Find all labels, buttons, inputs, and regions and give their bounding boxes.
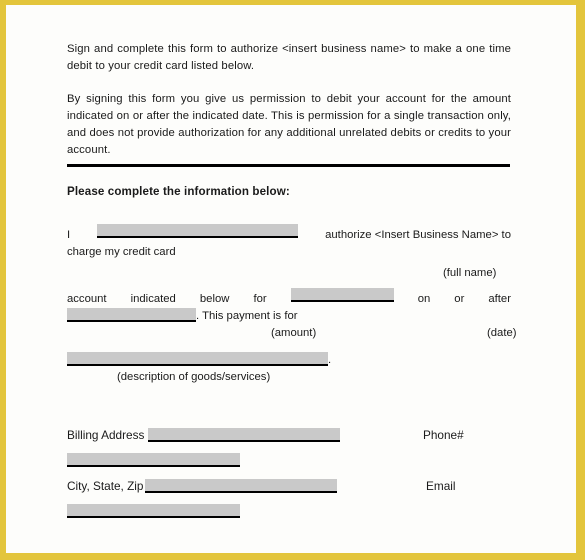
- amount-caption: (amount): [271, 327, 317, 339]
- city-state-zip-blank[interactable]: [145, 479, 338, 493]
- document-body: Sign and complete this form to authorize…: [67, 41, 517, 386]
- description-period: .: [328, 354, 332, 366]
- section-heading: Please complete the information below:: [67, 185, 290, 198]
- intro-paragraph: Sign and complete this form to authorize…: [67, 43, 511, 72]
- contact-block: Billing Address Phone# City, State, Zip …: [67, 427, 527, 528]
- full-name-blank[interactable]: [97, 224, 299, 238]
- permission-paragraph: By signing this form you give us permiss…: [67, 93, 511, 156]
- description-blank[interactable]: [67, 352, 328, 366]
- authorize-suffix: authorize <Insert Business Name> to: [325, 229, 511, 241]
- account-word-1: account: [67, 293, 107, 305]
- account-word-3: below: [199, 293, 230, 305]
- billing-address-row: Billing Address Phone#: [67, 427, 527, 452]
- document-page: Sign and complete this form to authorize…: [6, 5, 576, 553]
- full-name-caption: (full name): [443, 267, 497, 279]
- amount-blank[interactable]: [290, 288, 394, 302]
- email-label: Email: [426, 479, 456, 493]
- description-caption-row: (description of goods/services): [67, 369, 511, 386]
- section-divider: [67, 164, 510, 167]
- billing-address-label: Billing Address: [67, 428, 145, 442]
- description-caption: (description of goods/services): [117, 371, 271, 383]
- account-word-4: for: [253, 293, 267, 305]
- billing-address-blank[interactable]: [148, 428, 341, 442]
- city-state-zip-label: City, State, Zip: [67, 479, 144, 493]
- account-word-7: after: [488, 293, 511, 305]
- city-state-zip-row: City, State, Zip Email: [67, 478, 527, 503]
- description-blank-row: .: [67, 352, 511, 369]
- document-frame: Sign and complete this form to authorize…: [0, 0, 585, 560]
- account-word-5: on: [417, 293, 431, 305]
- billing-address-row-2: [67, 452, 527, 477]
- date-blank-row: . This payment is for: [67, 308, 511, 325]
- billing-address-blank-2[interactable]: [67, 453, 240, 467]
- payment-continuation: . This payment is for: [196, 310, 298, 322]
- date-caption: (date): [487, 327, 517, 339]
- authorize-continuation: charge my credit card: [67, 246, 176, 258]
- city-state-zip-row-2: [67, 503, 527, 528]
- authorize-prefix: I: [67, 229, 71, 241]
- full-name-caption-row: (full name): [67, 261, 511, 283]
- account-row: account indicated below for on or after: [67, 288, 511, 308]
- account-word-2: indicated: [130, 293, 176, 305]
- authorize-row: I authorize <Insert Business Name> to: [67, 224, 511, 244]
- account-word-6: or: [454, 293, 465, 305]
- frame-inner: Sign and complete this form to authorize…: [6, 5, 576, 553]
- amount-date-caption-row: (amount) (date): [67, 325, 517, 342]
- account-line: account indicated below for on or after …: [67, 288, 517, 342]
- description-line: . (description of goods/services): [67, 352, 511, 386]
- city-state-zip-blank-2[interactable]: [67, 504, 240, 518]
- phone-label: Phone#: [423, 428, 464, 442]
- date-blank[interactable]: [67, 308, 196, 322]
- authorize-line: I authorize <Insert Business Name> to ch…: [67, 224, 511, 283]
